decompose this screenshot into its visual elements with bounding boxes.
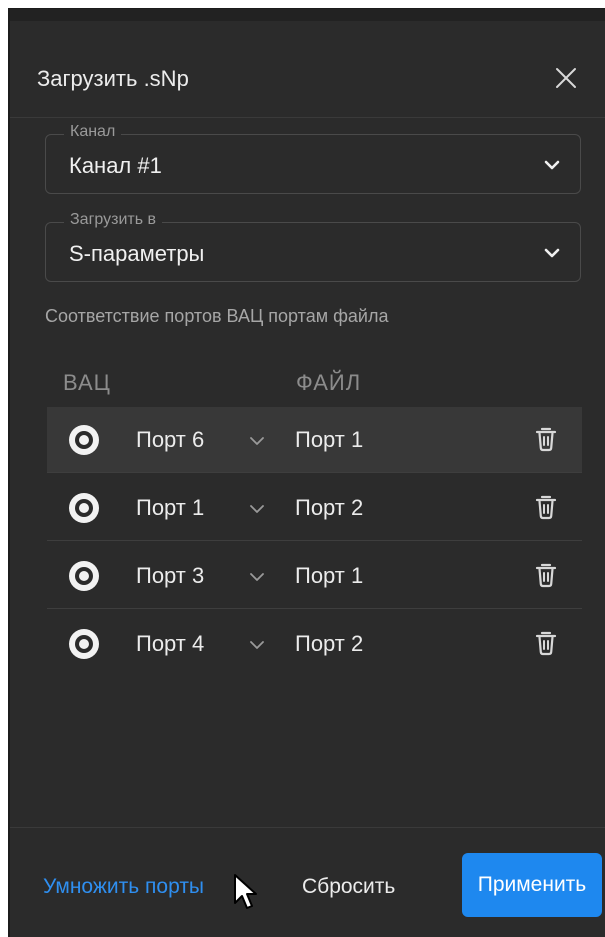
dialog-header: Загрузить .sNp (10, 21, 605, 118)
vna-port-value: Порт 3 (136, 563, 205, 588)
file-port-value: Порт 1 (295, 427, 364, 452)
chevron-down-icon[interactable] (246, 634, 268, 656)
channel-select-legend: Канал (64, 123, 122, 141)
port-mapping-row[interactable]: Порт 3 Порт 1 (47, 543, 582, 609)
trash-icon[interactable] (534, 630, 558, 656)
port-mapping-row[interactable]: Порт 4 Порт 2 (47, 611, 582, 677)
file-port-value: Порт 2 (295, 495, 364, 520)
load-into-select[interactable]: Загрузить в S-параметры (45, 211, 581, 282)
vna-port-value: Порт 4 (136, 631, 205, 656)
radio-icon[interactable] (67, 491, 101, 525)
file-port-value: Порт 1 (295, 563, 364, 588)
radio-icon[interactable] (67, 627, 101, 661)
port-mapping-row[interactable]: Порт 1 Порт 2 (47, 475, 582, 541)
file-port-value: Порт 2 (295, 631, 364, 656)
port-mapping-row[interactable]: Порт 6 Порт 1 (47, 407, 582, 473)
port-mapping-hint: Соответствие портов ВАЦ портам файла (45, 306, 389, 326)
mouse-cursor-icon (234, 874, 257, 909)
chevron-down-icon[interactable] (246, 566, 268, 588)
load-into-select-legend: Загрузить в (64, 211, 162, 229)
chevron-down-icon[interactable] (542, 155, 562, 175)
chevron-down-icon[interactable] (246, 498, 268, 520)
trash-icon[interactable] (534, 494, 558, 520)
reset-button[interactable]: Сбросить (302, 875, 395, 899)
channel-select-value: Канал #1 (69, 153, 162, 178)
trash-icon[interactable] (534, 562, 558, 588)
channel-select[interactable]: Канал Канал #1 (45, 123, 581, 194)
load-into-select-value: S-параметры (69, 241, 205, 266)
vna-port-value: Порт 1 (136, 495, 205, 520)
apply-button[interactable]: Применить (462, 853, 602, 917)
footer-divider (10, 827, 605, 828)
load-snp-dialog: Загрузить .sNp Канал Канал #1 Загрузить … (8, 8, 605, 937)
dialog-title: Загрузить .sNp (37, 66, 189, 91)
column-header-file: ФАЙЛ (296, 370, 362, 395)
column-header-vna: ВАЦ (63, 370, 111, 395)
radio-icon[interactable] (67, 423, 101, 457)
vna-port-value: Порт 6 (136, 427, 205, 452)
multiply-ports-button[interactable]: Умножить порты (43, 875, 204, 899)
trash-icon[interactable] (534, 426, 558, 452)
chevron-down-icon[interactable] (542, 243, 562, 263)
radio-icon[interactable] (67, 559, 101, 593)
dialog-top-edge (10, 9, 605, 21)
chevron-down-icon[interactable] (246, 430, 268, 452)
close-icon[interactable] (551, 63, 581, 93)
